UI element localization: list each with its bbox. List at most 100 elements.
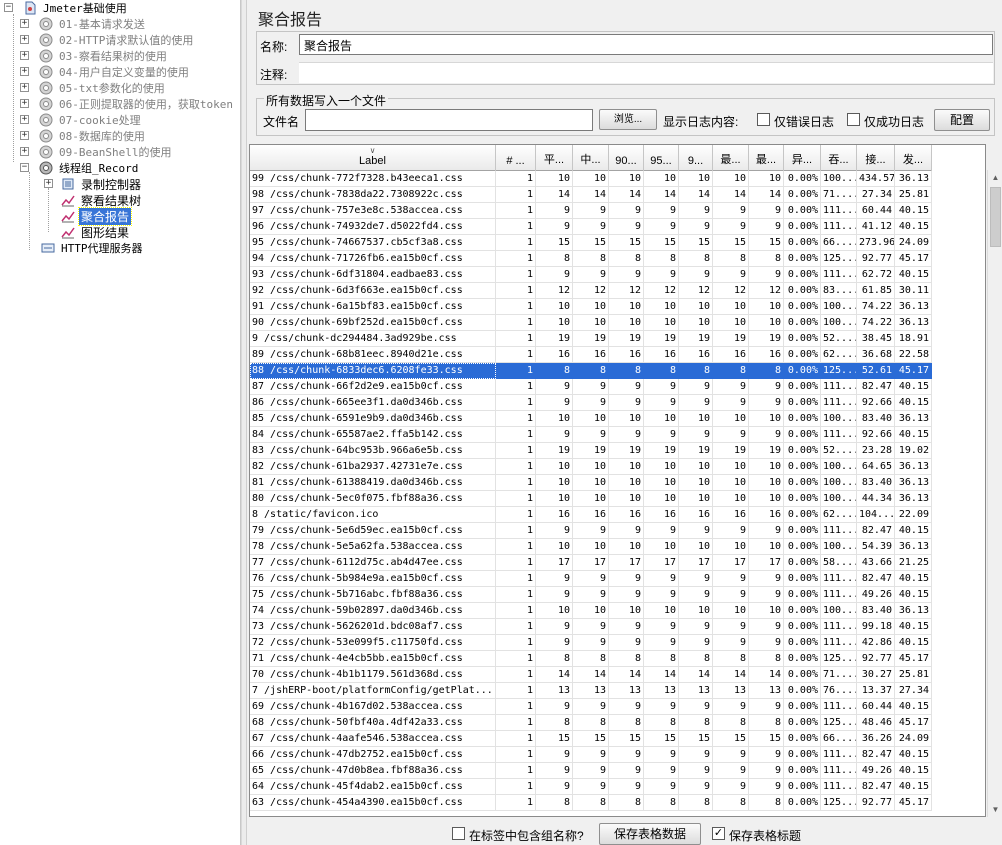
- tree-item-row[interactable]: +06-正则提取器的使用，获取token: [2, 96, 235, 112]
- table-row[interactable]: 68 /css/chunk-50fbf40a.4df42a33.css 1 8 8 8 8…: [250, 715, 932, 731]
- column-header[interactable]: 最...: [713, 145, 749, 171]
- column-header[interactable]: 异...: [784, 145, 821, 171]
- comment-input[interactable]: [299, 62, 993, 83]
- expand-toggle-icon[interactable]: +: [20, 99, 29, 108]
- save-header-checkbox[interactable]: ✓: [712, 827, 725, 840]
- aggregate-report-table[interactable]: Label ∨ # ... 平... 中... 90... 95... 9... 最... 最..…: [249, 144, 986, 817]
- tree-proxy-row[interactable]: HTTP代理服务器: [2, 240, 145, 256]
- expand-toggle-icon[interactable]: +: [20, 35, 29, 44]
- configure-button[interactable]: 配置: [934, 109, 990, 131]
- table-row[interactable]: 83 /css/chunk-64bc953b.966a6e5b.css 1 19 19…: [250, 443, 932, 459]
- table-row[interactable]: 78 /css/chunk-5e5a62fa.538accea.css 1 10 10…: [250, 539, 932, 555]
- table-row[interactable]: 72 /css/chunk-53e099f5.c11750fd.css 1 9 9 9 9…: [250, 635, 932, 651]
- expand-toggle-icon[interactable]: +: [20, 115, 29, 124]
- table-row[interactable]: 8 /static/favicon.ico 1 16 16 16 16 16 16 16 0.00…: [250, 507, 932, 523]
- scroll-up-icon[interactable]: ▲: [988, 170, 1002, 185]
- tree-child-recording-controller[interactable]: + 录制控制器: [2, 176, 143, 192]
- table-row[interactable]: 96 /css/chunk-74932de7.d5022fd4.css 1 9 9 9 9…: [250, 219, 932, 235]
- table-row[interactable]: 86 /css/chunk-665ee3f1.da0d346b.css 1 9 9 9 9…: [250, 395, 932, 411]
- tree-item-row[interactable]: +08-数据库的使用: [2, 128, 147, 144]
- table-row[interactable]: 79 /css/chunk-5e6d59ec.ea15b0cf.css 1 9 9 9 9…: [250, 523, 932, 539]
- table-row[interactable]: 77 /css/chunk-6112d75c.ab4d47ee.css 1 17 17…: [250, 555, 932, 571]
- browse-button[interactable]: 浏览...: [599, 109, 657, 130]
- table-row[interactable]: 76 /css/chunk-5b984e9a.ea15b0cf.css 1 9 9 9 9…: [250, 571, 932, 587]
- column-header[interactable]: 吞...: [821, 145, 857, 171]
- column-header[interactable]: 90...: [609, 145, 644, 171]
- tree-item-row[interactable]: +07-cookie处理: [2, 112, 143, 128]
- table-row[interactable]: 73 /css/chunk-5626201d.bdc08af7.css 1 9 9 9 9…: [250, 619, 932, 635]
- table-row[interactable]: 87 /css/chunk-66f2d2e9.ea15b0cf.css 1 9 9 9 9…: [250, 379, 932, 395]
- collapse-toggle-icon[interactable]: −: [20, 163, 29, 172]
- table-row[interactable]: 89 /css/chunk-68b81eec.8940d21e.css 1 16 16…: [250, 347, 932, 363]
- expand-toggle-icon[interactable]: +: [20, 83, 29, 92]
- table-row[interactable]: 94 /css/chunk-71726fb6.ea15b0cf.css 1 8 8 8 8…: [250, 251, 932, 267]
- table-row[interactable]: 98 /css/chunk-7838da22.7308922c.css 1 14 14…: [250, 187, 932, 203]
- table-row[interactable]: 95 /css/chunk-74667537.cb5cf3a8.css 1 15 15…: [250, 235, 932, 251]
- tree-item-row[interactable]: +04-用户自定义变量的使用: [2, 64, 191, 80]
- table-row[interactable]: 63 /css/chunk-454a4390.ea15b0cf.css 1 8 8 8 8…: [250, 795, 932, 811]
- column-header[interactable]: 接...: [857, 145, 895, 171]
- name-input[interactable]: 聚合报告: [299, 34, 993, 55]
- table-row[interactable]: 97 /css/chunk-757e3e8c.538accea.css 1 9 9 9 9…: [250, 203, 932, 219]
- table-row[interactable]: 70 /css/chunk-4b1b1179.561d368d.css 1 14 14…: [250, 667, 932, 683]
- tree-thread-group-row[interactable]: − 线程组_Record: [2, 160, 140, 176]
- table-vertical-scrollbar[interactable]: ▲ ▼: [987, 170, 1002, 817]
- table-row[interactable]: 81 /css/chunk-61388419.da0d346b.css 1 10 10…: [250, 475, 932, 491]
- tree-root-row[interactable]: − Jmeter基础使用: [2, 0, 129, 16]
- collapse-toggle-icon[interactable]: −: [4, 3, 13, 12]
- success-only-checkbox[interactable]: [847, 113, 860, 126]
- table-row[interactable]: 67 /css/chunk-4aafe546.538accea.css 1 15 15…: [250, 731, 932, 747]
- expand-toggle-icon[interactable]: +: [20, 19, 29, 28]
- filename-input[interactable]: [305, 109, 593, 131]
- tree-item-row[interactable]: +03-察看结果树的使用: [2, 48, 169, 64]
- table-row[interactable]: 91 /css/chunk-6a15bf83.ea15b0cf.css 1 10 10…: [250, 299, 932, 315]
- test-plan-tree[interactable]: − Jmeter基础使用 +01-基本请求发送 +02-HTTP请求默认值的使用 +…: [0, 0, 241, 845]
- tree-child-results-tree[interactable]: 察看结果树: [2, 192, 143, 208]
- table-cell: 10: [679, 539, 713, 555]
- expand-toggle-icon[interactable]: +: [44, 179, 53, 188]
- table-row[interactable]: 75 /css/chunk-5b716abc.fbf88a36.css 1 9 9 9 9…: [250, 587, 932, 603]
- table-row[interactable]: 74 /css/chunk-59b02897.da0d346b.css 1 10 10…: [250, 603, 932, 619]
- column-header[interactable]: 平...: [536, 145, 573, 171]
- tree-child-graph-results[interactable]: 图形结果: [2, 224, 131, 240]
- table-row[interactable]: 9 /css/chunk-dc294484.3ad929be.css 1 19 19 1…: [250, 331, 932, 347]
- table-row-selected[interactable]: 88 /css/chunk-6833dec6.6208fe33.css 1 8 8 8 8…: [250, 363, 932, 379]
- column-header[interactable]: 发...: [895, 145, 932, 171]
- table-row[interactable]: 65 /css/chunk-47d0b8ea.fbf88a36.css 1 9 9 9 9…: [250, 763, 932, 779]
- tree-item-row[interactable]: +09-BeanShell的使用: [2, 144, 173, 160]
- table-row[interactable]: 7 /jshERP-boot/platformConfig/getPlat...…: [250, 683, 932, 699]
- tree-item-row[interactable]: +02-HTTP请求默认值的使用: [2, 32, 195, 48]
- tree-item-row[interactable]: +05-txt参数化的使用: [2, 80, 167, 96]
- column-header[interactable]: 9...: [679, 145, 713, 171]
- table-row[interactable]: 93 /css/chunk-6df31804.eadbae83.css 1 9 9 9 9…: [250, 267, 932, 283]
- table-row[interactable]: 90 /css/chunk-69bf252d.ea15b0cf.css 1 10 10…: [250, 315, 932, 331]
- column-header[interactable]: 中...: [573, 145, 609, 171]
- column-header[interactable]: 95...: [644, 145, 679, 171]
- expand-toggle-icon[interactable]: +: [20, 51, 29, 60]
- expand-toggle-icon[interactable]: +: [20, 147, 29, 156]
- table-row[interactable]: 82 /css/chunk-61ba2937.42731e7e.css 1 10 10…: [250, 459, 932, 475]
- table-row[interactable]: 71 /css/chunk-4e4cb5bb.ea15b0cf.css 1 8 8 8 8…: [250, 651, 932, 667]
- table-row[interactable]: 85 /css/chunk-6591e9b9.da0d346b.css 1 10 10…: [250, 411, 932, 427]
- table-row[interactable]: 66 /css/chunk-47db2752.ea15b0cf.css 1 9 9 9 9…: [250, 747, 932, 763]
- expand-toggle-icon[interactable]: +: [20, 67, 29, 76]
- tree-item-row[interactable]: +01-基本请求发送: [2, 16, 147, 32]
- table-row[interactable]: 84 /css/chunk-65587ae2.ffa5b142.css 1 9 9 9 9…: [250, 427, 932, 443]
- tree-child-aggregate-report[interactable]: 聚合报告: [2, 206, 133, 226]
- scroll-down-icon[interactable]: ▼: [988, 802, 1002, 817]
- table-cell: 111...: [821, 395, 857, 411]
- table-row[interactable]: 64 /css/chunk-45f4dab2.ea15b0cf.css 1 9 9 9 9…: [250, 779, 932, 795]
- include-group-checkbox[interactable]: [452, 827, 465, 840]
- table-row[interactable]: 92 /css/chunk-6d3f663e.ea15b0cf.css 1 12 12…: [250, 283, 932, 299]
- table-row[interactable]: 99 /css/chunk-772f7328.b43eeca1.css 1 10 10…: [250, 171, 932, 187]
- column-header[interactable]: 最...: [749, 145, 784, 171]
- column-header[interactable]: # ...: [496, 145, 536, 171]
- save-table-data-button[interactable]: 保存表格数据: [599, 823, 701, 845]
- table-row[interactable]: 80 /css/chunk-5ec0f075.fbf88a36.css 1 10 10…: [250, 491, 932, 507]
- table-row[interactable]: 69 /css/chunk-4b167d02.538accea.css 1 9 9 9 9…: [250, 699, 932, 715]
- column-header[interactable]: Label ∨: [250, 145, 496, 171]
- scrollbar-thumb[interactable]: [990, 187, 1001, 247]
- expand-toggle-icon[interactable]: +: [20, 131, 29, 140]
- errors-only-checkbox[interactable]: [757, 113, 770, 126]
- table-cell: 0.00%: [784, 187, 821, 203]
